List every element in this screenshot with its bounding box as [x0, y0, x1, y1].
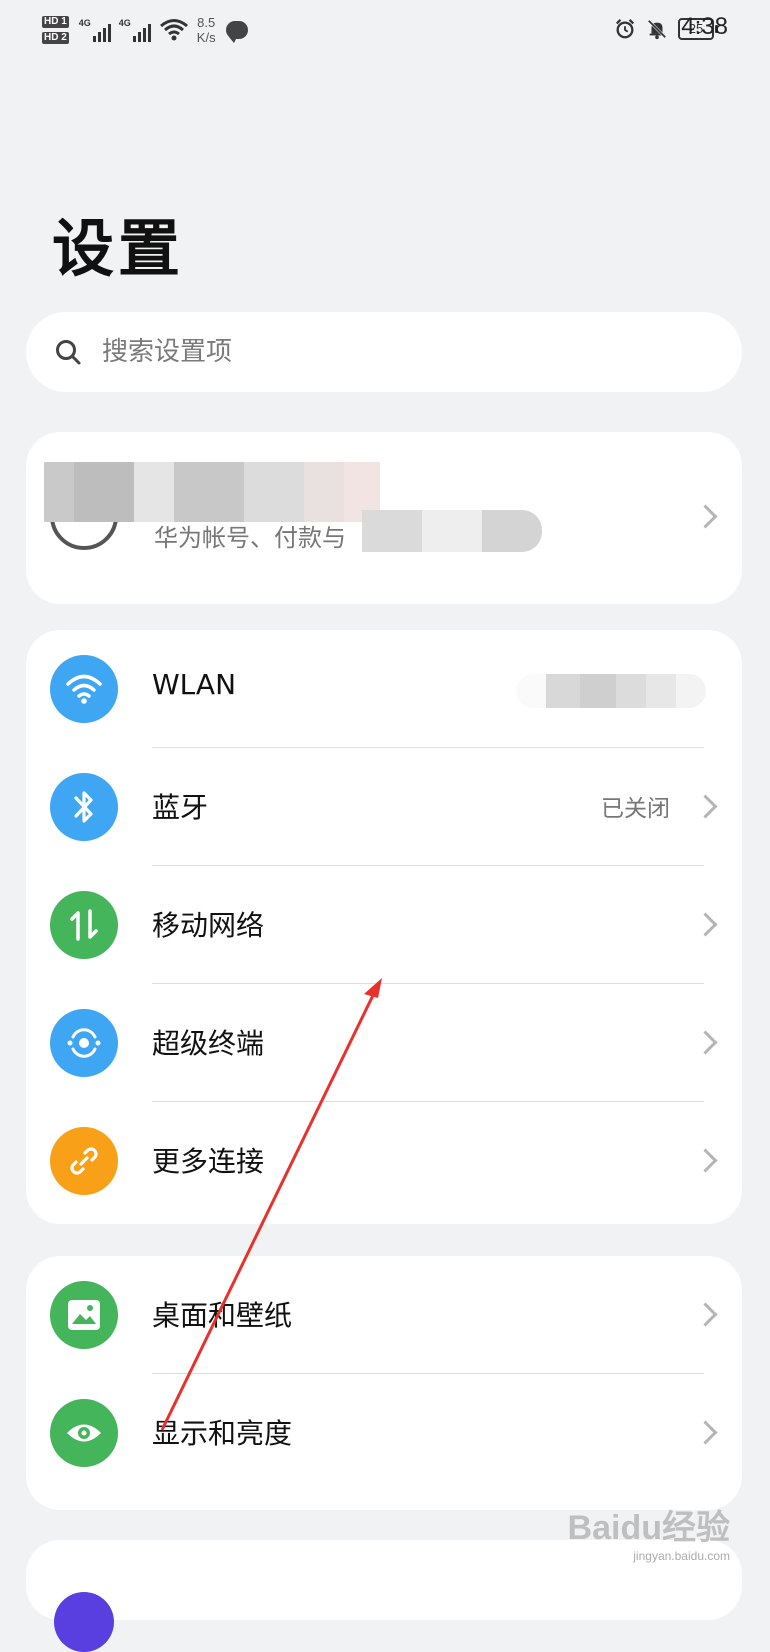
annotation-arrow	[160, 978, 382, 1431]
watermark: Baidu经验 jingyan.baidu.com	[568, 1500, 730, 1563]
watermark-main: Baidu经验	[567, 1509, 730, 1547]
watermark-sub: jingyan.baidu.com	[633, 1549, 730, 1563]
next-item-icon	[54, 1592, 114, 1652]
